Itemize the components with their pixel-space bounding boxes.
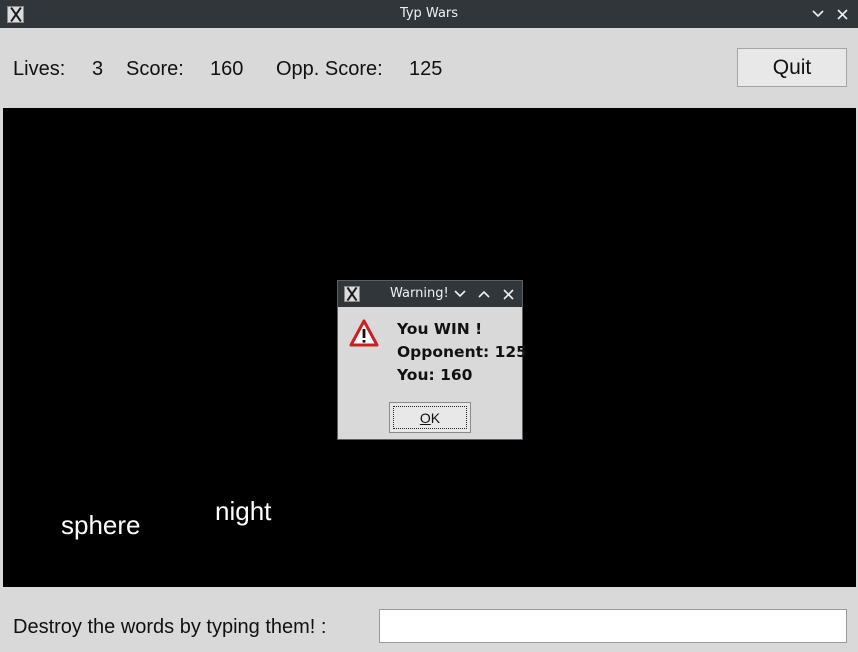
opponent-score-line: Opponent: 125 xyxy=(397,343,527,361)
lives-label: Lives: xyxy=(13,58,66,80)
ok-button[interactable]: OK xyxy=(389,402,471,433)
quit-button[interactable]: Quit xyxy=(737,48,847,87)
ok-label: K xyxy=(430,409,441,426)
warning-triangle-icon xyxy=(349,319,379,347)
close-icon[interactable] xyxy=(499,285,517,303)
warning-dialog: Warning! You WIN ! Opponent: 125 You: 16… xyxy=(337,280,527,440)
minimize-icon[interactable] xyxy=(451,285,469,303)
opponent-score-label: Opp. Score: xyxy=(276,58,383,80)
dialog-title: Warning! xyxy=(390,286,449,301)
dialog-message: You WIN ! Opponent: 125 You: 160 xyxy=(397,318,527,387)
maximize-icon[interactable] xyxy=(475,285,493,303)
lives-value: 3 xyxy=(92,58,104,80)
your-score-line: You: 160 xyxy=(397,366,473,384)
result-line: You WIN ! xyxy=(397,320,483,338)
typing-input[interactable] xyxy=(379,609,847,643)
score-label: Score: xyxy=(126,58,184,80)
minimize-icon[interactable] xyxy=(808,4,828,24)
x-app-icon xyxy=(344,286,360,302)
input-bar: Destroy the words by typing them! : xyxy=(0,587,858,652)
window-titlebar[interactable]: Typ Wars xyxy=(0,0,858,28)
typing-prompt: Destroy the words by typing them! : xyxy=(13,616,327,638)
score-bar: Lives: 3 Score: 160 Opp. Score: 125 Quit xyxy=(0,28,858,108)
app-window: Typ Wars Lives: 3 Score: 160 Opp. Score:… xyxy=(0,0,858,652)
falling-word: night xyxy=(215,496,272,526)
score-value: 160 xyxy=(210,58,244,80)
dialog-titlebar[interactable]: Warning! xyxy=(338,281,522,307)
window-title: Typ Wars xyxy=(399,6,459,21)
ok-mnemonic: O xyxy=(419,409,431,426)
close-icon[interactable] xyxy=(832,4,852,24)
opponent-score-value: 125 xyxy=(409,58,443,80)
falling-word: sphere xyxy=(61,510,141,540)
